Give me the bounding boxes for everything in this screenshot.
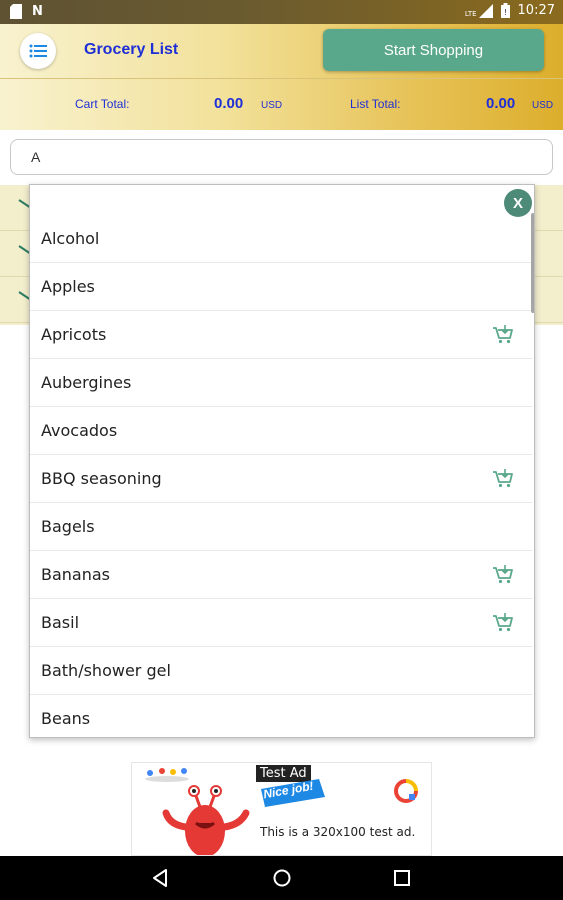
recents-icon[interactable] <box>391 868 413 888</box>
ad-banner[interactable]: Test Ad Nice job! This is a 320x100 test… <box>131 762 432 856</box>
suggestion-label: Apples <box>41 277 95 296</box>
suggestion-item[interactable]: Basil <box>30 599 532 647</box>
suggestion-item[interactable]: BBQ seasoning <box>30 455 532 503</box>
back-icon[interactable] <box>150 868 172 888</box>
suggestion-item[interactable]: Beans <box>30 695 532 737</box>
navigation-bar <box>0 856 563 900</box>
add-to-cart-icon[interactable] <box>492 324 514 344</box>
ad-body-text: This is a 320x100 test ad. <box>260 825 416 839</box>
app-root: N LTE ! 10:27 Grocery List Start Shoppin… <box>0 0 563 900</box>
list-total-currency: USD <box>532 100 554 111</box>
list-total-label: List Total: <box>350 97 401 111</box>
suggestion-label: Alcohol <box>41 229 100 248</box>
status-bar: N LTE ! 10:27 <box>0 0 563 24</box>
suggestion-label: Bath/shower gel <box>41 661 171 680</box>
close-button[interactable]: X <box>504 189 532 217</box>
cart-total-value: 0.00 <box>214 95 244 112</box>
suggestion-label: Bagels <box>41 517 95 536</box>
home-icon[interactable] <box>271 868 293 888</box>
status-left-icons: N <box>10 4 43 19</box>
app-bar: Grocery List Start Shopping <box>0 24 563 78</box>
suggestion-label: Beans <box>41 709 91 728</box>
suggestion-item[interactable]: Bath/shower gel <box>30 647 532 695</box>
suggestion-label: Bananas <box>41 565 111 584</box>
suggestions-dropdown: X Alcohol Apples Apricots Aubergines Avocado… <box>29 184 535 738</box>
start-shopping-button[interactable]: Start Shopping <box>323 29 544 71</box>
cart-total-currency: USD <box>261 100 283 111</box>
svg-text:!: ! <box>503 8 506 17</box>
suggestions-list: Alcohol Apples Apricots Aubergines Avocados B… <box>30 215 532 737</box>
sd-card-icon <box>10 4 22 19</box>
cart-total-label: Cart Total: <box>75 97 130 111</box>
suggestion-item[interactable]: Avocados <box>30 407 532 455</box>
lte-signal-icon: LTE <box>464 3 493 18</box>
list-menu-icon <box>29 44 47 58</box>
suggestion-item[interactable]: Bagels <box>30 503 532 551</box>
suggestion-item[interactable]: Apricots <box>30 311 532 359</box>
list-total-value: 0.00 <box>486 95 516 112</box>
suggestion-item[interactable]: Apples <box>30 263 532 311</box>
battery-icon: ! <box>500 3 510 18</box>
suggestion-label: Basil <box>41 613 80 632</box>
suggestion-label: Aubergines <box>41 373 132 392</box>
page-title: Grocery List <box>84 41 179 58</box>
monster-illustration <box>162 785 250 855</box>
menu-button[interactable] <box>20 33 56 69</box>
n-notification-icon: N <box>32 4 43 19</box>
suggestion-label: Apricots <box>41 325 107 344</box>
suggestion-label: Avocados <box>41 421 118 440</box>
suggestion-item[interactable]: Alcohol <box>30 215 532 263</box>
suggestion-label: BBQ seasoning <box>41 469 162 488</box>
add-to-cart-icon[interactable] <box>492 468 514 488</box>
network-label: LTE <box>464 9 477 18</box>
clock: 10:27 <box>517 3 555 18</box>
ad-logo-icon <box>394 779 418 803</box>
add-to-cart-icon[interactable] <box>492 564 514 584</box>
search-input[interactable]: A <box>10 139 553 175</box>
status-right-icons: LTE ! 10:27 <box>465 3 555 18</box>
scrollbar[interactable] <box>531 213 534 313</box>
suggestion-item[interactable]: Bananas <box>30 551 532 599</box>
totals-bar: Cart Total: 0.00 USD List Total: 0.00 US… <box>0 78 563 130</box>
add-to-cart-icon[interactable] <box>492 612 514 632</box>
suggestion-item[interactable]: Aubergines <box>30 359 532 407</box>
